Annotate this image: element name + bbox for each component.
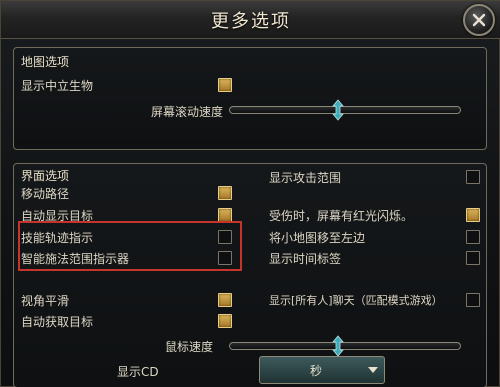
interface-options-title: 界面选项 <box>21 169 70 183</box>
damage-flash-label: 受伤时，屏幕有红光闪烁。 <box>269 209 414 223</box>
auto-acquire-target-checkbox[interactable] <box>218 314 232 328</box>
title-bar: 更多选项 <box>1 1 500 39</box>
show-neutral-label: 显示中立生物 <box>21 79 94 93</box>
minimap-left-label: 将小地图移至左边 <box>269 231 366 245</box>
mouse-speed-label: 鼠标速度 <box>165 340 214 354</box>
map-options-panel <box>13 47 487 150</box>
show-timestamps-checkbox[interactable] <box>466 251 480 265</box>
scroll-speed-thumb[interactable] <box>331 99 345 121</box>
window-title: 更多选项 <box>211 11 291 32</box>
highlight-annotation <box>18 221 242 271</box>
show-cd-label: 显示CD <box>117 365 159 379</box>
minimap-left-checkbox[interactable] <box>466 230 480 244</box>
more-options-window: 更多选项 地图选项 显示中立生物 屏幕滚动速度 界面选项 移动路径 自动显示目标… <box>0 0 500 387</box>
auto-show-target-checkbox[interactable] <box>218 208 232 222</box>
scroll-speed-label: 屏幕滚动速度 <box>151 105 224 119</box>
close-button[interactable] <box>463 4 495 36</box>
camera-smoothing-label: 视角平滑 <box>21 294 70 308</box>
slider-thumb-icon <box>332 99 344 121</box>
cd-unit-value: 秒 <box>309 363 322 378</box>
slider-thumb-icon <box>332 335 344 357</box>
mouse-speed-thumb[interactable] <box>331 335 345 357</box>
interface-options-panel <box>13 163 487 387</box>
map-options-title: 地图选项 <box>21 55 70 69</box>
move-path-label: 移动路径 <box>21 187 70 201</box>
show-neutral-checkbox[interactable] <box>218 78 232 92</box>
show-attack-range-label: 显示攻击范围 <box>269 171 342 185</box>
camera-smoothing-checkbox[interactable] <box>218 293 232 307</box>
all-chat-checkbox[interactable] <box>466 293 480 307</box>
all-chat-label: 显示[所有人]聊天（匹配模式游戏） <box>269 294 443 307</box>
close-icon <box>472 13 486 27</box>
cd-unit-dropdown[interactable]: 秒 <box>259 356 385 384</box>
chevron-down-icon <box>362 360 384 380</box>
show-timestamps-label: 显示时间标签 <box>269 252 342 266</box>
auto-acquire-target-label: 自动获取目标 <box>21 315 94 329</box>
damage-flash-checkbox[interactable] <box>466 208 480 222</box>
show-attack-range-checkbox[interactable] <box>466 170 480 184</box>
move-path-checkbox[interactable] <box>218 186 232 200</box>
